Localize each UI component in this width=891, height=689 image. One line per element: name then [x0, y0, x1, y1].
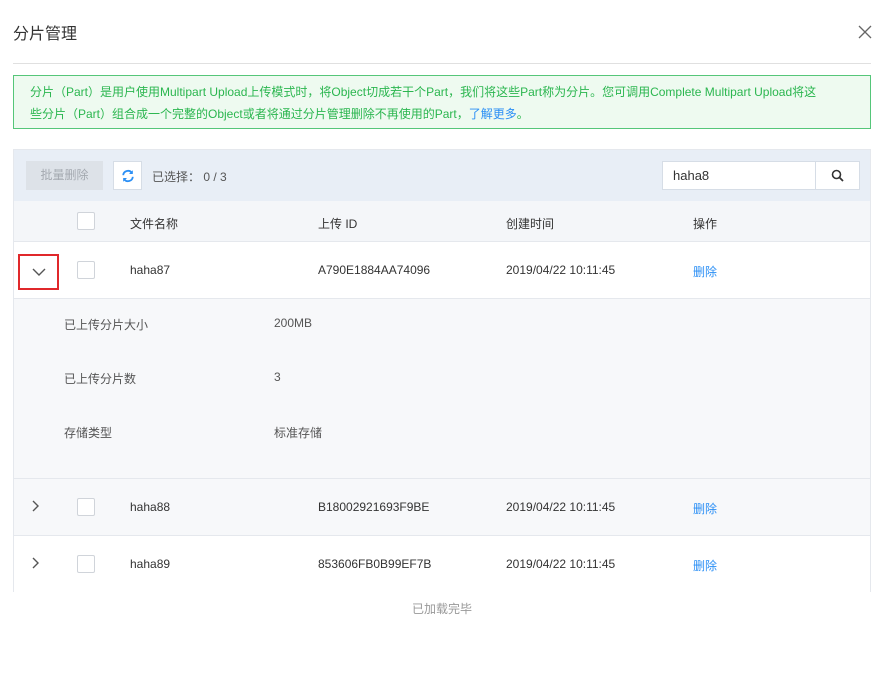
- notice-end: 。: [516, 107, 529, 121]
- row-upload-id: A790E1884AA74096: [318, 263, 431, 277]
- row-checkbox[interactable]: [77, 555, 95, 573]
- header-upload-id: 上传 ID: [318, 217, 358, 231]
- header-action: 操作: [693, 217, 718, 231]
- row-created: 2019/04/22 10:11:45: [506, 263, 616, 277]
- search-input[interactable]: [663, 162, 815, 189]
- select-all-checkbox[interactable]: [77, 212, 95, 230]
- delete-link[interactable]: 删除: [693, 557, 717, 574]
- detail-size-value: 200MB: [274, 316, 313, 330]
- row-created: 2019/04/22 10:11:45: [506, 500, 616, 514]
- refresh-icon: [121, 169, 134, 182]
- search-box: [662, 161, 860, 190]
- toolbar: 批量删除 已选择： 0 / 3: [14, 150, 870, 201]
- row-created: 2019/04/22 10:11:45: [506, 557, 616, 571]
- info-notice: 分片（Part）是用户使用Multipart Upload上传模式时，将Obje…: [13, 75, 871, 129]
- row-upload-id: B18002921693F9BE: [318, 500, 430, 514]
- parts-panel: 批量删除 已选择： 0 / 3 文件名称 上传 ID: [13, 149, 871, 593]
- header-name: 文件名称: [130, 217, 179, 231]
- search-button[interactable]: [815, 162, 859, 189]
- row-name: haha89: [130, 557, 171, 571]
- chevron-right-icon: [32, 557, 39, 569]
- title-divider: [13, 63, 871, 64]
- dialog-title: 分片管理: [13, 26, 78, 43]
- table-row: haha89 853606FB0B99EF7B 2019/04/22 10:11…: [14, 536, 870, 593]
- refresh-button[interactable]: [113, 161, 142, 190]
- table-header: 文件名称 上传 ID 创建时间 操作: [14, 201, 870, 242]
- expand-row-button[interactable]: [27, 555, 43, 571]
- notice-line-2: 些分片（Part）组合成一个完整的Object或者将通过分片管理删除不再使用的P…: [30, 107, 469, 121]
- detail-size-label: 已上传分片大小: [64, 318, 149, 332]
- selected-label: 已选择：: [152, 170, 201, 184]
- chevron-down-icon: [32, 268, 45, 276]
- delete-link[interactable]: 删除: [693, 500, 717, 517]
- detail-storage-label: 存储类型: [64, 426, 113, 440]
- batch-delete-button[interactable]: 批量删除: [26, 161, 103, 190]
- row-name: haha87: [130, 263, 171, 277]
- notice-line-1: 分片（Part）是用户使用Multipart Upload上传模式时，将Obje…: [30, 85, 817, 99]
- chevron-right-icon: [32, 500, 39, 512]
- row-detail: 已上传分片大小 200MB 已上传分片数 3 存储类型 标准存储: [14, 299, 870, 479]
- search-icon: [831, 169, 844, 182]
- learn-more-link[interactable]: 了解更多: [469, 107, 517, 121]
- selected-count: 0 / 3: [203, 170, 227, 184]
- header-created: 创建时间: [506, 217, 555, 231]
- selection-status: 已选择： 0 / 3: [152, 168, 227, 185]
- row-checkbox[interactable]: [77, 261, 95, 279]
- detail-storage-value: 标准存储: [274, 426, 323, 440]
- row-name: haha88: [130, 500, 171, 514]
- collapse-row-button[interactable]: [18, 254, 59, 290]
- detail-count-value: 3: [274, 370, 281, 384]
- detail-count-label: 已上传分片数: [64, 372, 137, 386]
- delete-link[interactable]: 删除: [693, 263, 717, 280]
- loaded-status: 已加载完毕: [411, 602, 472, 616]
- expand-row-button[interactable]: [27, 498, 43, 514]
- table-row: haha87 A790E1884AA74096 2019/04/22 10:11…: [14, 242, 870, 299]
- table-row: haha88 B18002921693F9BE 2019/04/22 10:11…: [14, 479, 870, 536]
- row-upload-id: 853606FB0B99EF7B: [318, 557, 432, 571]
- row-checkbox[interactable]: [77, 498, 95, 516]
- close-icon[interactable]: [857, 24, 873, 40]
